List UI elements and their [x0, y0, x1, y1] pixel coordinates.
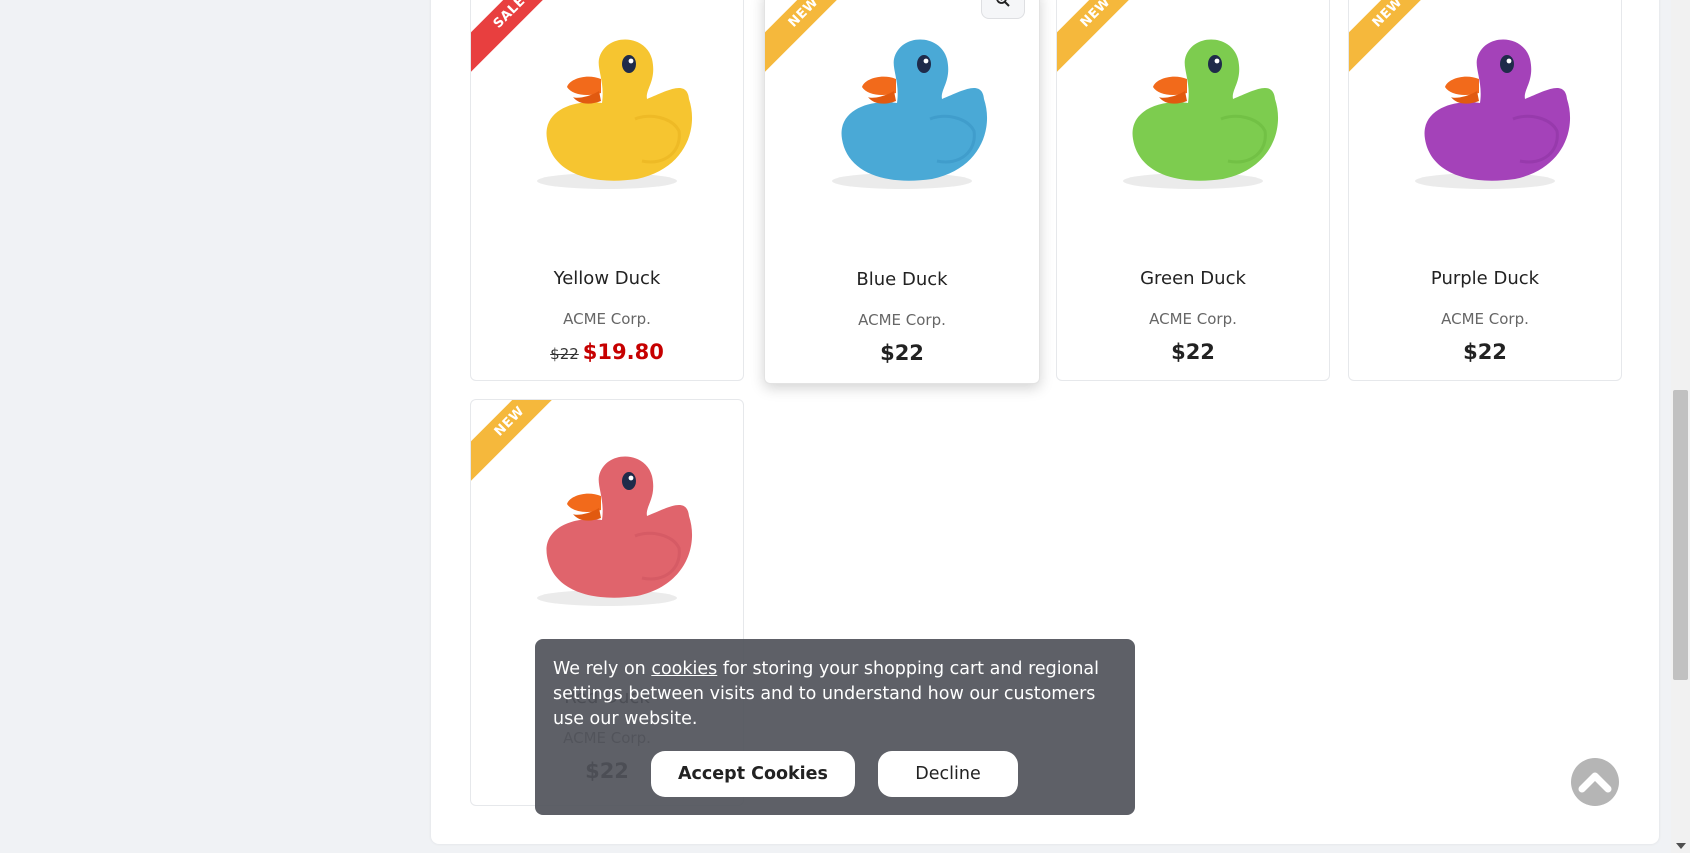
red-duck-image — [517, 438, 697, 622]
product-price: $22 — [1171, 340, 1215, 364]
product-brand: ACME Corp. — [858, 311, 946, 329]
back-to-top-button[interactable] — [1571, 758, 1619, 806]
product-brand: ACME Corp. — [563, 310, 651, 328]
cookie-text-before: We rely on — [553, 659, 652, 679]
chevron-up-icon — [1578, 772, 1612, 793]
quick-view-button[interactable] — [981, 0, 1025, 19]
scroll-down-arrow-icon[interactable] — [1676, 843, 1686, 849]
product-name[interactable]: Blue Duck — [765, 269, 1039, 290]
product-name[interactable]: Green Duck — [1057, 268, 1329, 289]
product-price: $22 — [880, 341, 924, 365]
regular-price: $22 — [550, 345, 579, 363]
product-card-yellow-duck[interactable]: SALE Yellow Duck ACME Corp. $22 $19.80 — [470, 0, 744, 381]
product-name[interactable]: Yellow Duck — [471, 268, 743, 289]
product-brand: ACME Corp. — [1441, 310, 1529, 328]
cookie-notice-text: We rely on cookies for storing your shop… — [553, 657, 1113, 732]
product-name[interactable]: Purple Duck — [1349, 268, 1621, 289]
green-duck-image — [1103, 21, 1283, 205]
product-card-blue-duck[interactable]: NEW Blue Duck ACME Corp. $22 — [764, 0, 1040, 384]
product-brand: ACME Corp. — [1149, 310, 1237, 328]
yellow-duck-image — [517, 21, 697, 205]
page-scrollbar[interactable] — [1671, 0, 1690, 853]
purple-duck-image — [1395, 21, 1575, 205]
product-price: $22 $19.80 — [471, 340, 743, 364]
product-card-purple-duck[interactable]: NEW Purple Duck ACME Corp. $22 — [1348, 0, 1622, 381]
decline-cookies-button[interactable]: Decline — [878, 751, 1018, 797]
product-card-green-duck[interactable]: NEW Green Duck ACME Corp. $22 — [1056, 0, 1330, 381]
magnifier-plus-icon — [996, 0, 1010, 7]
cookies-link[interactable]: cookies — [651, 659, 717, 679]
cookie-notice: We rely on cookies for storing your shop… — [535, 639, 1135, 815]
scrollbar-thumb[interactable] — [1673, 390, 1688, 680]
product-price: $22 — [1463, 340, 1507, 364]
sale-price: $19.80 — [582, 340, 664, 364]
blue-duck-image — [812, 21, 992, 205]
accept-cookies-button[interactable]: Accept Cookies — [651, 751, 855, 797]
